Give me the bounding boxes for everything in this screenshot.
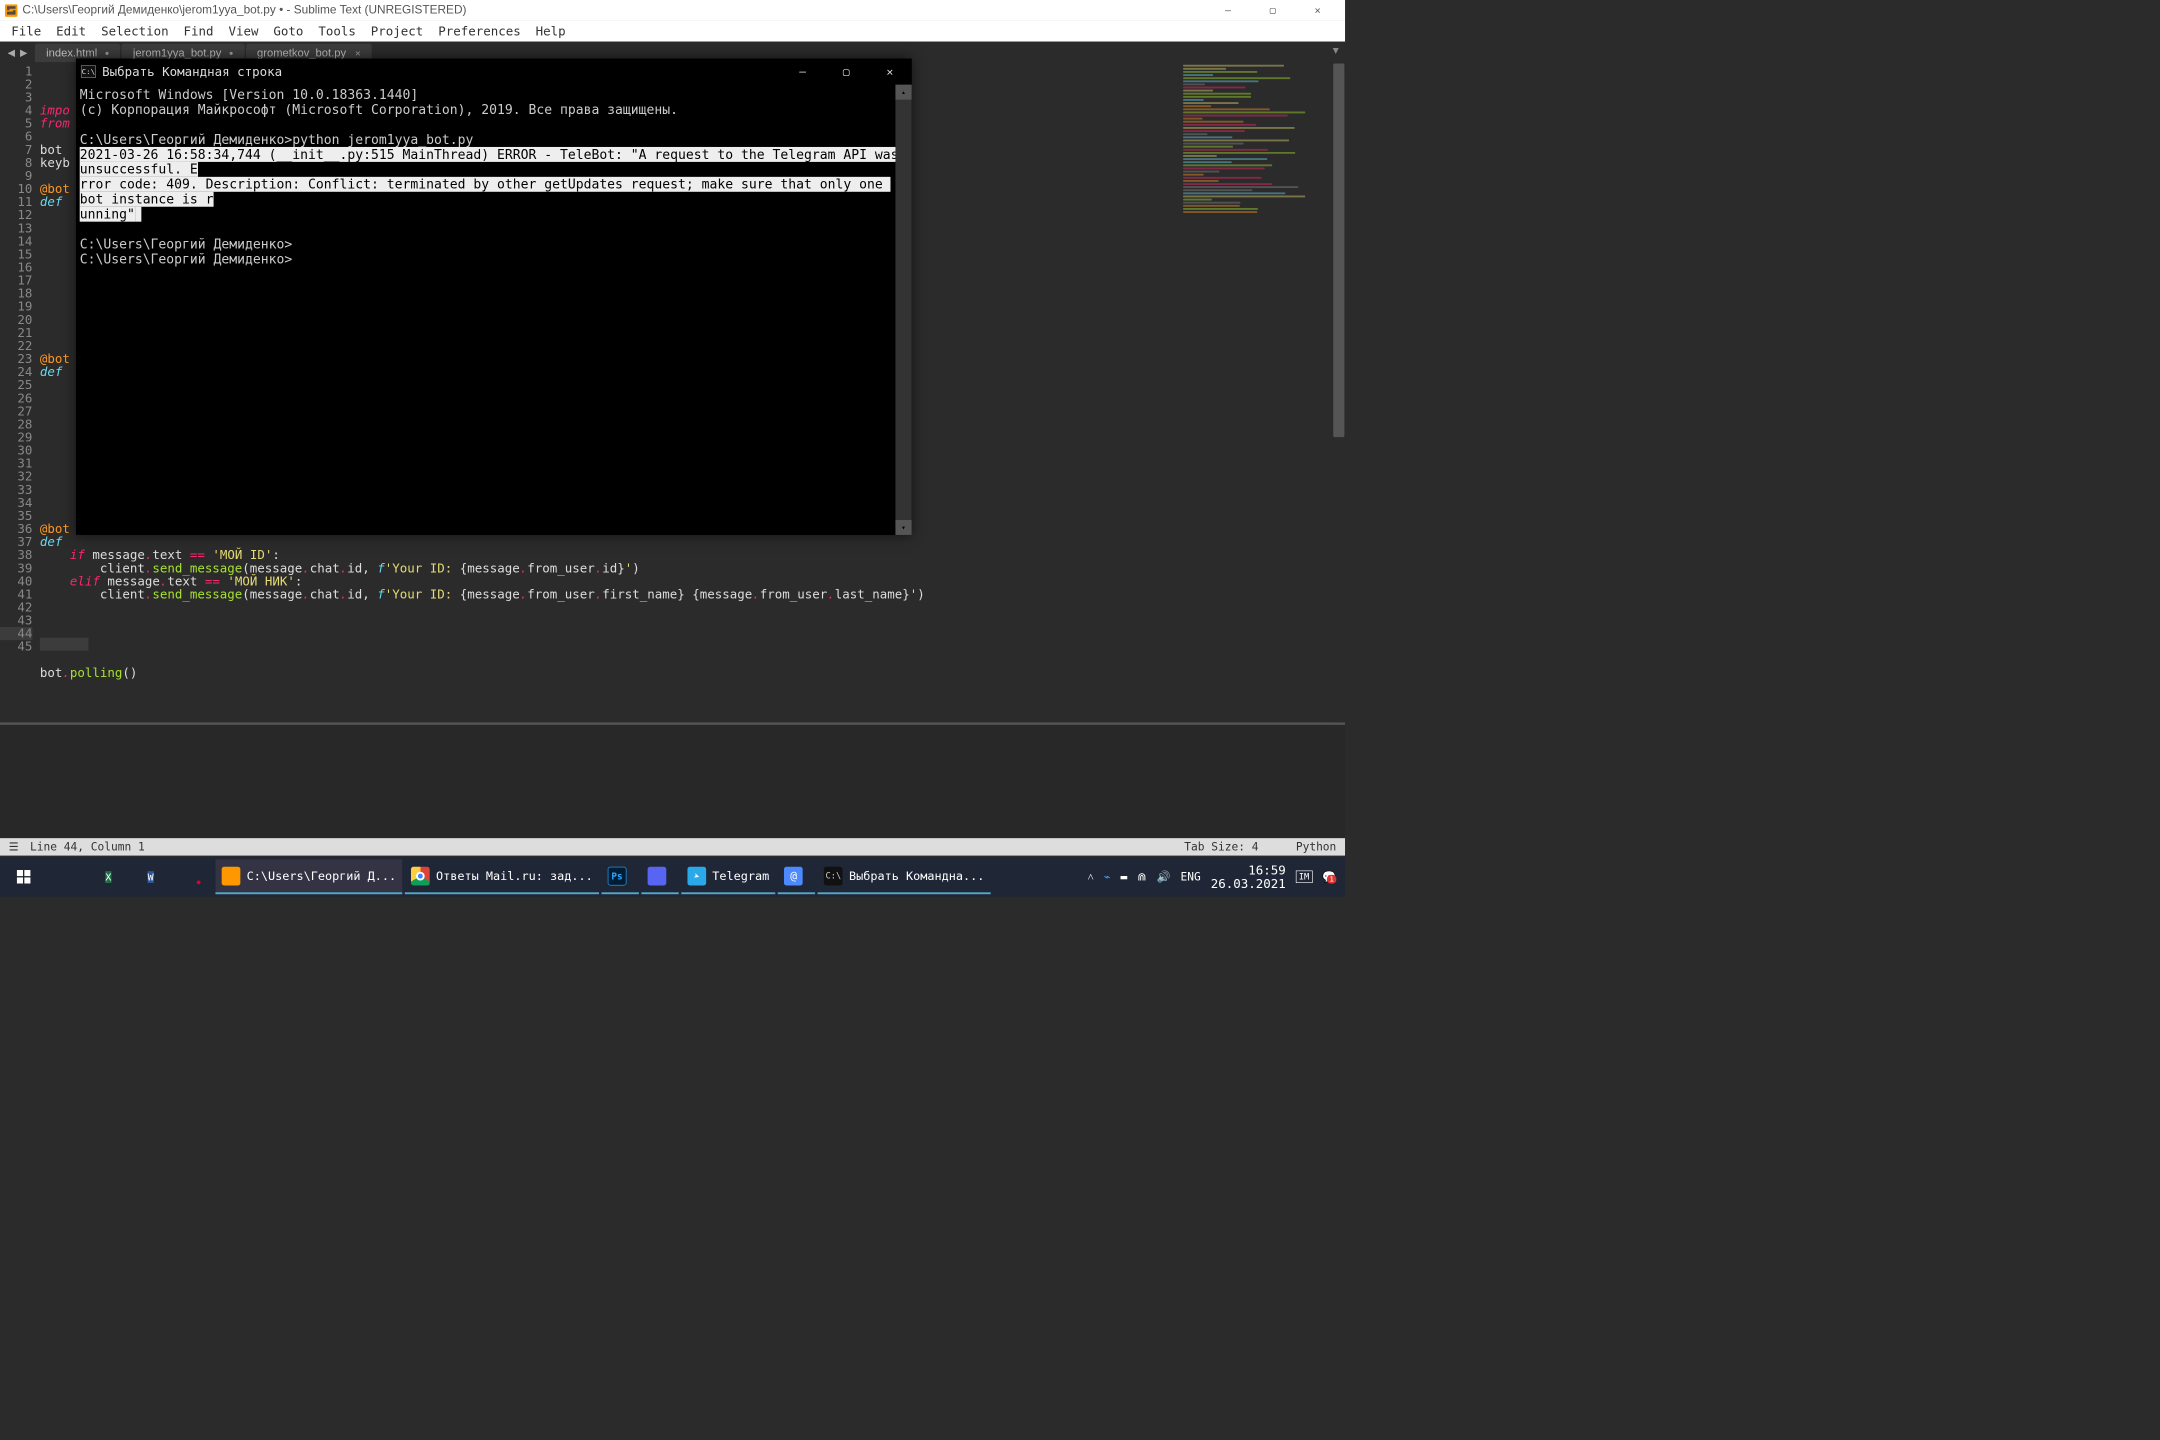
- menu-edit[interactable]: Edit: [49, 23, 94, 38]
- status-line-col[interactable]: Line 44, Column 1: [30, 840, 145, 853]
- taskbar-app[interactable]: [641, 859, 678, 894]
- windows-taskbar: X W C:\Users\Георгий Д...Ответы Mail.ru:…: [0, 857, 1345, 897]
- close-button[interactable]: ✕: [1295, 0, 1340, 21]
- minimize-button[interactable]: —: [1206, 0, 1251, 21]
- line-gutter: 1234567891011121314151617181920212223242…: [0, 62, 40, 722]
- build-output-panel[interactable]: [0, 722, 1345, 838]
- menu-bar: FileEditSelectionFindViewGotoToolsProjec…: [0, 21, 1345, 42]
- cmd-title-bar[interactable]: C:\ Выбрать Командная строка — ▢ ✕: [76, 59, 912, 85]
- command-prompt-window[interactable]: C:\ Выбрать Командная строка — ▢ ✕ Micro…: [76, 59, 912, 535]
- tray-ime-icon[interactable]: IM: [1296, 871, 1313, 883]
- cmd-title-text: Выбрать Командная строка: [102, 64, 282, 79]
- system-tray[interactable]: ˄ ⌁ ▬ ⋒ 🔊 ENG 16:59 26.03.2021 IM 💬1: [1087, 863, 1345, 890]
- tray-volume-icon[interactable]: 🔊: [1157, 870, 1171, 883]
- status-tab-size[interactable]: Tab Size: 4: [1184, 840, 1258, 853]
- taskbar-app[interactable]: Ответы Mail.ru: зад...: [405, 859, 599, 894]
- current-line-highlight: [40, 638, 89, 651]
- tab-history-nav[interactable]: ◀▶: [0, 42, 35, 63]
- cmd-scrollbar[interactable]: ▴▾: [895, 85, 911, 535]
- taskbar-app[interactable]: [778, 859, 815, 894]
- menu-find[interactable]: Find: [176, 23, 221, 38]
- title-bar: C:\Users\Георгий Демиденко\jerom1yya_bot…: [0, 0, 1345, 21]
- cmd-minimize-button[interactable]: —: [781, 59, 825, 85]
- taskbar-opera[interactable]: [174, 858, 211, 895]
- taskbar-app[interactable]: Telegram: [681, 859, 775, 894]
- menu-view[interactable]: View: [221, 23, 266, 38]
- start-button[interactable]: [5, 858, 42, 895]
- tray-chevron-icon[interactable]: ˄: [1087, 870, 1093, 883]
- menu-goto[interactable]: Goto: [266, 23, 311, 38]
- cmd-icon: C:\: [81, 65, 96, 77]
- minimap[interactable]: [1183, 65, 1326, 214]
- menu-project[interactable]: Project: [363, 23, 430, 38]
- taskbar-app[interactable]: C:\Выбрать Командна...: [818, 859, 991, 894]
- cmd-maximize-button[interactable]: ▢: [824, 59, 868, 85]
- tray-battery-icon[interactable]: ▬: [1121, 870, 1128, 883]
- menu-preferences[interactable]: Preferences: [431, 23, 528, 38]
- taskbar-word[interactable]: W: [132, 858, 169, 895]
- status-bar: ☰ Line 44, Column 1 Tab Size: 4 Python: [0, 838, 1345, 855]
- taskbar-app[interactable]: Ps: [601, 859, 638, 894]
- status-syntax[interactable]: Python: [1296, 840, 1336, 853]
- menu-file[interactable]: File: [4, 23, 49, 38]
- menu-selection[interactable]: Selection: [94, 23, 176, 38]
- cmd-close-button[interactable]: ✕: [868, 59, 912, 85]
- menu-tools[interactable]: Tools: [311, 23, 363, 38]
- maximize-button[interactable]: ▢: [1250, 0, 1295, 21]
- taskbar-app[interactable]: C:\Users\Георгий Д...: [215, 859, 402, 894]
- tray-clock[interactable]: 16:59 26.03.2021: [1211, 863, 1286, 890]
- tray-bluetooth-icon[interactable]: ⌁: [1104, 870, 1111, 883]
- tray-wifi-icon[interactable]: ⋒: [1137, 870, 1146, 883]
- menu-help[interactable]: Help: [528, 23, 573, 38]
- cmd-output[interactable]: Microsoft Windows [Version 10.0.18363.14…: [76, 85, 912, 535]
- tray-language[interactable]: ENG: [1181, 870, 1201, 883]
- sublime-app-icon: [5, 4, 17, 16]
- editor-scrollbar[interactable]: [1333, 62, 1345, 722]
- tray-notifications-icon[interactable]: 💬1: [1322, 870, 1336, 883]
- window-title: C:\Users\Георгий Демиденко\jerom1yya_bot…: [22, 3, 1205, 17]
- taskbar-explorer[interactable]: [47, 858, 84, 895]
- panel-switcher-icon[interactable]: ☰: [9, 840, 19, 853]
- taskbar-excel[interactable]: X: [90, 858, 127, 895]
- side-toggle-icon[interactable]: ▼: [1333, 44, 1339, 56]
